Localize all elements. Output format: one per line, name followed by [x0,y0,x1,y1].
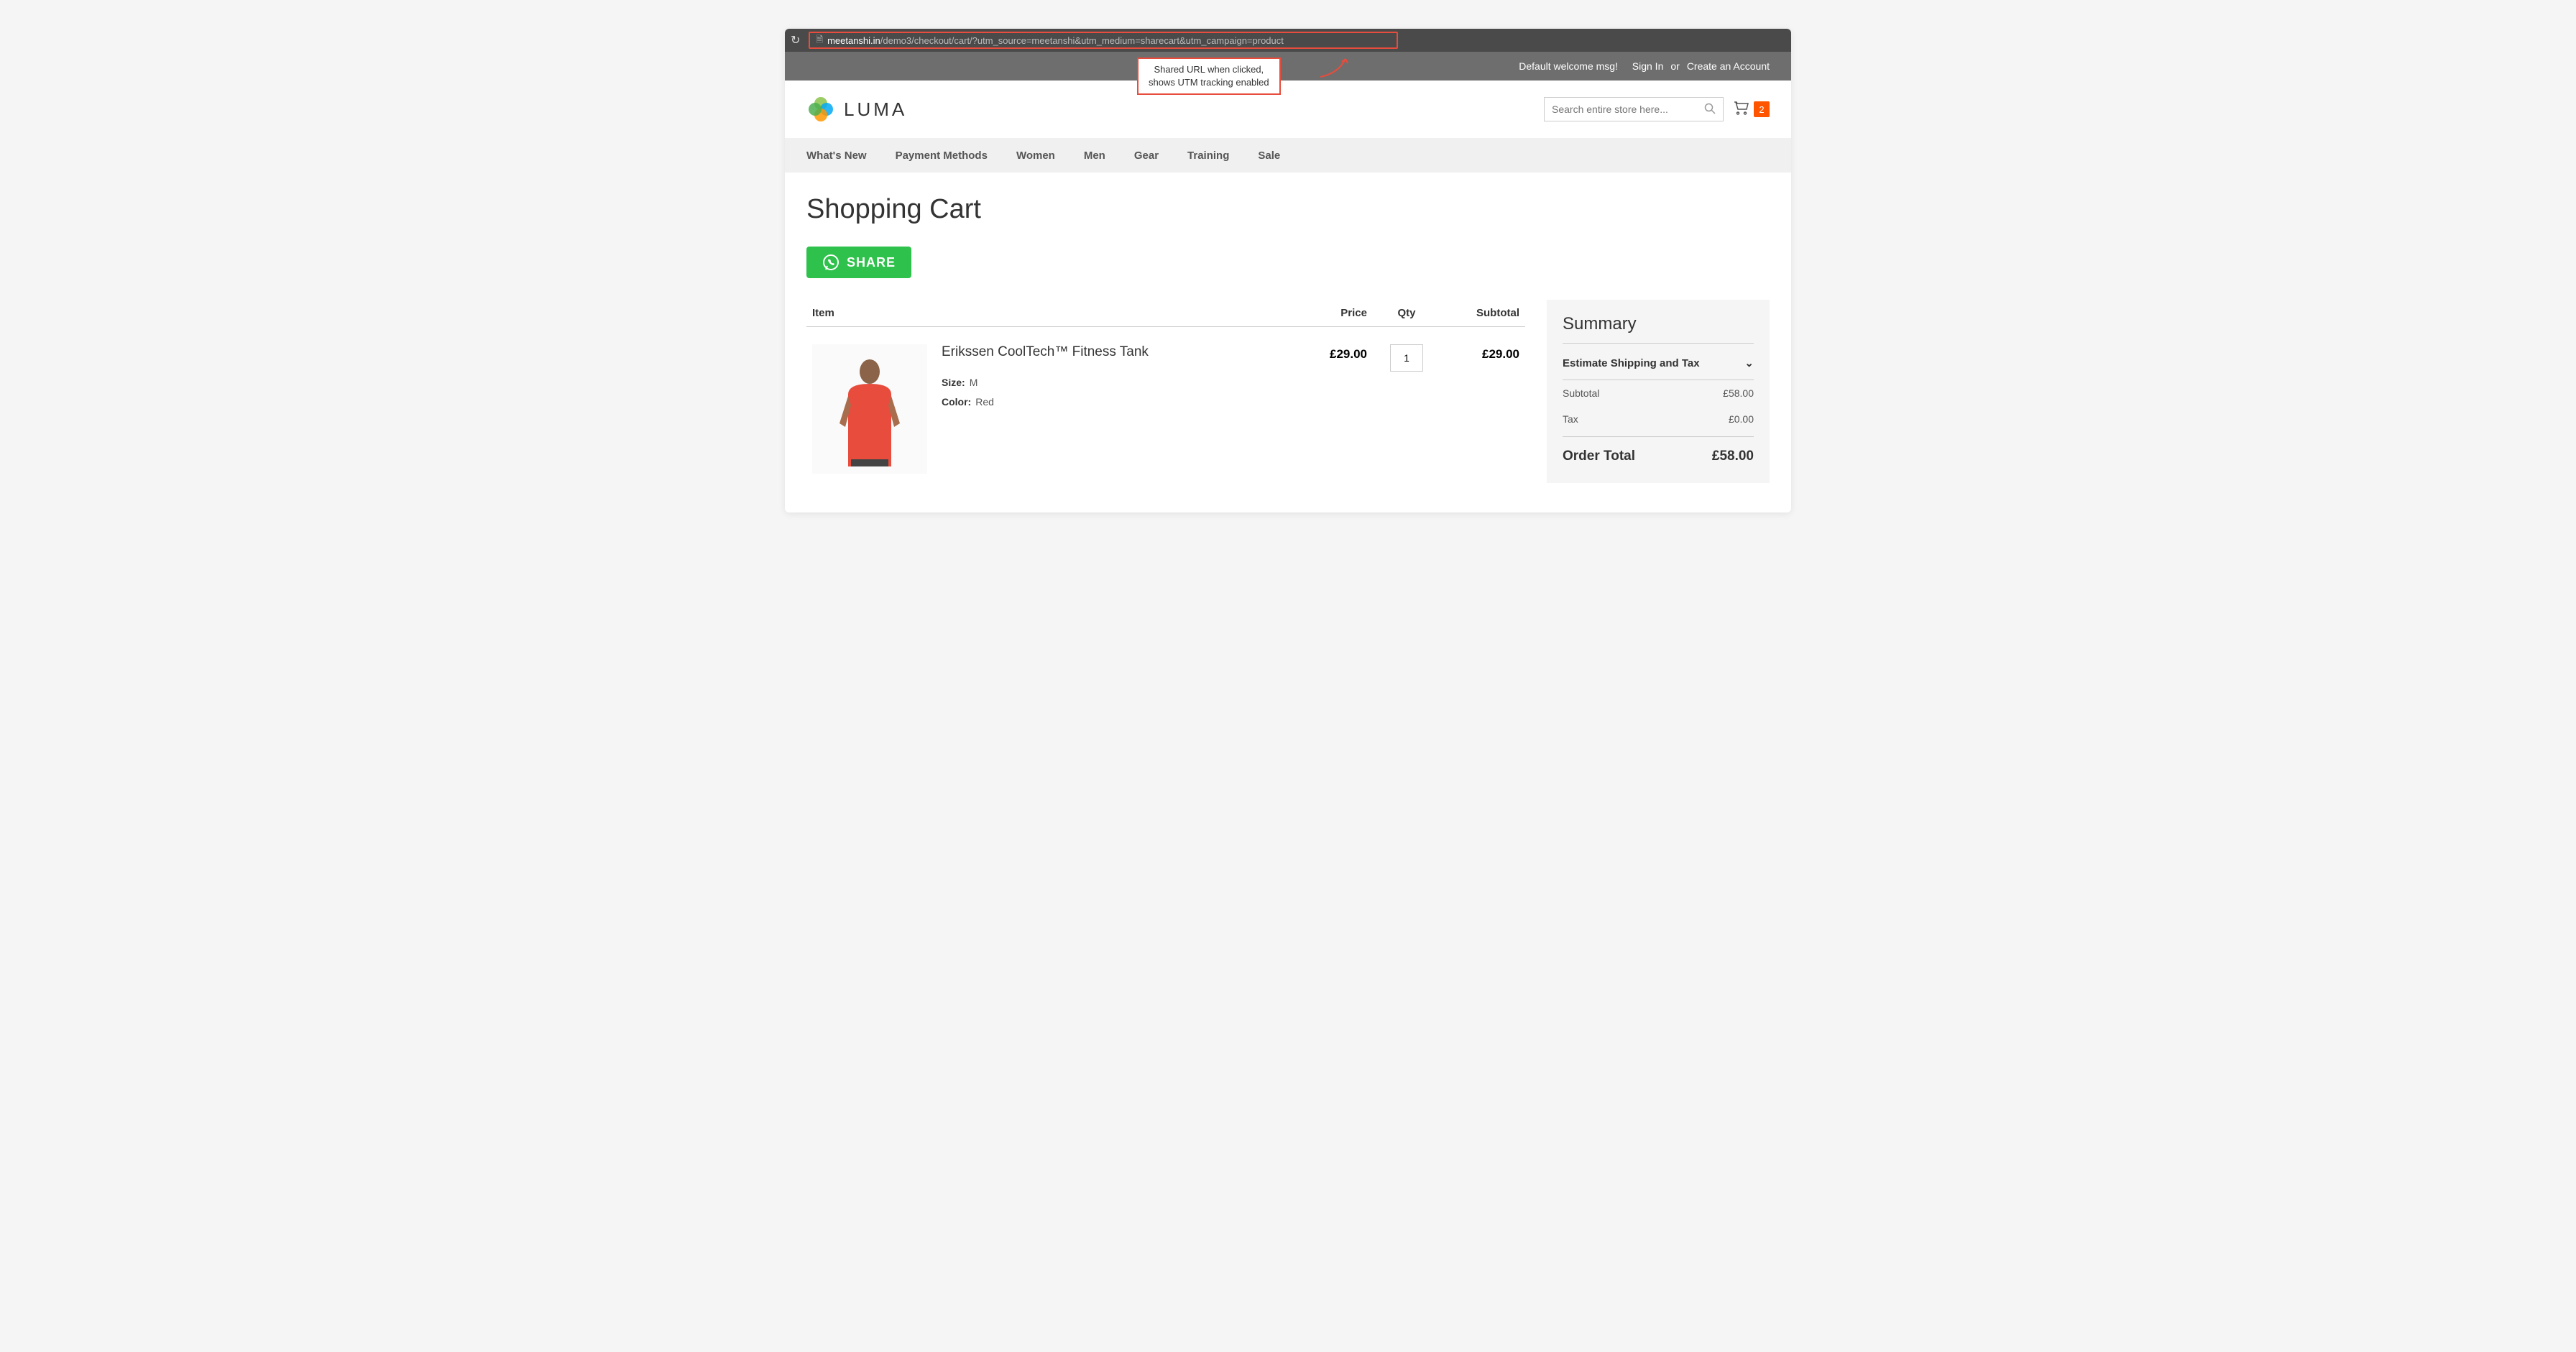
size-label: Size: [942,377,965,388]
separator: or [1670,60,1679,72]
search-icon[interactable] [1704,103,1716,116]
summary-title: Summary [1563,314,1754,344]
url-domain: meetanshi.in [827,35,880,46]
address-bar[interactable]: 🗎 meetanshi.in/demo3/checkout/cart/?utm_… [809,32,1398,49]
color-label: Color: [942,396,971,408]
cart-table-header: Item Price Qty Subtotal [806,300,1525,327]
item-subtotal: £29.00 [1446,344,1525,474]
qty-input[interactable] [1390,344,1423,372]
page-icon: 🗎 [816,33,823,48]
welcome-message: Default welcome msg! [1519,60,1618,72]
logo[interactable]: LUMA [806,95,907,124]
nav-women[interactable]: Women [1016,150,1055,162]
cart-count-badge: 2 [1754,101,1770,117]
header-price: Price [1288,307,1367,319]
chevron-down-icon: ⌄ [1744,357,1754,369]
main-nav: What's New Payment Methods Women Men Gea… [785,138,1791,173]
color-value: Red [975,396,994,408]
search-input[interactable] [1552,104,1704,115]
cart-item-row: Erikssen CoolTech™ Fitness Tank Size: M C… [806,327,1525,491]
sign-in-link[interactable]: Sign In [1632,60,1664,72]
minicart[interactable]: 2 [1734,101,1770,119]
item-price: £29.00 [1288,344,1367,474]
nav-gear[interactable]: Gear [1134,150,1159,162]
reload-icon[interactable]: ↻ [791,33,800,47]
estimate-shipping-toggle[interactable]: Estimate Shipping and Tax ⌄ [1563,346,1754,380]
product-image[interactable] [812,344,927,474]
size-value: M [970,377,978,388]
page-header: LUMA 2 [785,81,1791,138]
share-label: SHARE [847,255,896,270]
summary-subtotal-value: £58.00 [1723,387,1754,399]
summary-tax-value: £0.00 [1729,413,1754,425]
summary-tax-label: Tax [1563,413,1578,425]
nav-training[interactable]: Training [1187,150,1229,162]
panel-header: Default welcome msg! Sign In or Create a… [785,52,1791,81]
browser-toolbar: ↻ 🗎 meetanshi.in/demo3/checkout/cart/?ut… [785,29,1791,52]
order-total-value: £58.00 [1712,449,1754,464]
nav-payment-methods[interactable]: Payment Methods [896,150,988,162]
annotation-callout: Shared URL when clicked, shows UTM track… [1137,58,1281,95]
cart-summary: Summary Estimate Shipping and Tax ⌄ Subt… [1547,300,1770,483]
search-box[interactable] [1544,97,1724,121]
browser-window: ↻ 🗎 meetanshi.in/demo3/checkout/cart/?ut… [785,29,1791,512]
main-content: Shopping Cart SHARE Item Price Qty Subto… [785,173,1791,512]
annotation-arrow-icon [1317,52,1360,81]
nav-men[interactable]: Men [1084,150,1105,162]
order-total-label: Order Total [1563,449,1635,464]
header-subtotal: Subtotal [1446,307,1525,319]
logo-icon [806,95,835,124]
cart-icon [1734,101,1749,119]
summary-subtotal-label: Subtotal [1563,387,1599,399]
url-path: /demo3/checkout/cart/?utm_source=meetans… [880,35,1284,46]
header-item: Item [806,307,1288,319]
whatsapp-icon [822,254,840,271]
brand-name: LUMA [844,98,907,121]
page-title: Shopping Cart [806,194,1770,225]
cart-items-table: Item Price Qty Subtotal [806,300,1525,491]
whatsapp-share-button[interactable]: SHARE [806,247,911,278]
product-name[interactable]: Erikssen CoolTech™ Fitness Tank [942,344,1288,360]
create-account-link[interactable]: Create an Account [1687,60,1770,72]
nav-sale[interactable]: Sale [1258,150,1280,162]
header-qty: Qty [1367,307,1446,319]
nav-whats-new[interactable]: What's New [806,150,867,162]
